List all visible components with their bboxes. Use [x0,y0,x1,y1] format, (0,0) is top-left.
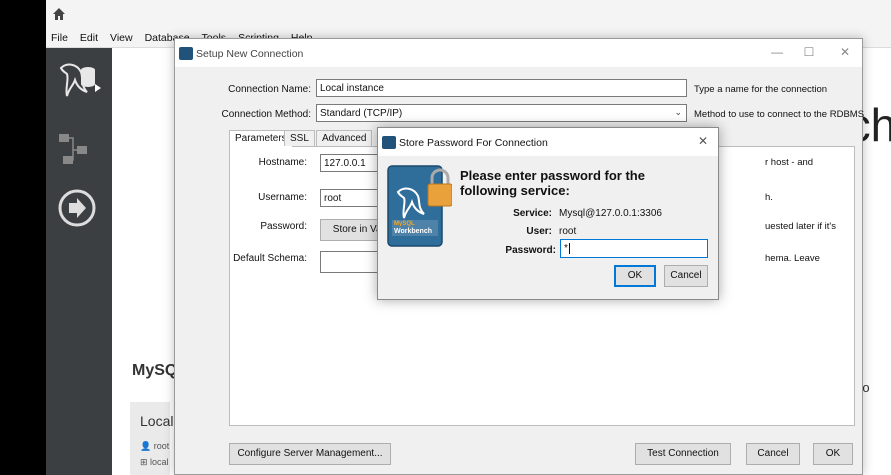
password-dialog-title: Store Password For Connection [399,137,548,149]
menu-view[interactable]: View [110,32,133,44]
setup-dialog-title: Setup New Connection [196,48,304,60]
mysql-connections-heading: MySQ [132,362,178,379]
tab-ssl[interactable]: SSL [284,130,315,146]
store-password-dialog: Store Password For Connection ✕ MySQL Wo… [377,127,719,300]
password-dialog-heading: Please enter password for the following … [460,168,645,198]
password-input[interactable]: * [560,239,708,258]
workbench-app-icon [179,47,193,60]
home-tab-strip [46,0,891,28]
service-value: Mysql@127.0.0.1:3306 [559,208,662,219]
connection-method-label: Connection Method: [221,109,311,120]
connection-tile-host: ⊞ local [140,457,169,467]
password-label: Password: [260,221,307,232]
setup-dialog-titlebar[interactable]: Setup New Connection — ☐ ✕ [175,39,862,67]
ok-button[interactable]: OK [813,443,853,465]
cancel-button[interactable]: Cancel [746,443,800,465]
workbench-app-icon [382,136,396,149]
home-icon[interactable] [52,7,66,21]
tile-user-text: root [153,441,170,451]
models-icon[interactable] [57,132,97,168]
text-cursor [568,242,570,254]
workbench-sidebar [46,48,112,475]
minimize-button[interactable]: — [769,45,785,59]
user-value: root [559,226,577,237]
svg-text:Workbench: Workbench [394,228,432,235]
username-hint: h. [765,192,773,203]
password-dialog-titlebar[interactable]: Store Password For Connection ✕ [378,128,718,156]
dolphin-database-icon[interactable] [57,60,101,106]
password-cancel-button[interactable]: Cancel [664,265,708,287]
connection-method-hint: Method to use to connect to the RDBMS [694,109,865,120]
close-icon[interactable]: ✕ [698,134,708,148]
user-label: User: [526,226,552,237]
chevron-down-icon: ⌄ [674,107,682,117]
menu-file[interactable]: File [51,32,68,44]
connection-method-select[interactable]: Standard (TCP/IP) ⌄ [316,104,687,122]
hostname-label: Hostname: [258,157,307,168]
workbench-lock-logo-icon: MySQL Workbench [387,165,452,247]
hostname-hint: r host - and [765,157,814,168]
connection-method-value: Standard (TCP/IP) [320,108,403,119]
maximize-button[interactable]: ☐ [801,45,817,59]
connection-name-label: Connection Name: [228,84,311,95]
left-black-margin [0,0,46,475]
service-label: Service: [513,208,552,219]
connection-name-input[interactable]: Local instance [316,79,687,97]
password-ok-button[interactable]: OK [614,265,656,287]
test-connection-button[interactable]: Test Connection [635,443,731,465]
connection-name-hint: Type a name for the connection [694,84,828,95]
password-input-value: * [564,243,568,254]
configure-server-management-button[interactable]: Configure Server Management... [229,443,391,465]
tab-advanced[interactable]: Advanced [316,130,373,146]
default-schema-label: Default Schema: [233,253,307,264]
menu-edit[interactable]: Edit [80,32,98,44]
default-schema-hint: hema. Leave [765,253,820,264]
close-button[interactable]: ✕ [837,45,853,59]
password-field-label: Password: [505,245,556,256]
setup-dialog-footer: Configure Server Management... Test Conn… [175,435,862,474]
password-hint: uested later if it's [765,221,836,232]
username-label: Username: [258,192,307,203]
connection-tile-user: 👤 root [140,441,170,451]
svg-text:MySQL: MySQL [394,221,415,227]
tile-host-text: local [150,457,169,467]
migration-arrow-icon[interactable] [57,188,97,228]
connection-tile-title: Local [140,413,174,429]
